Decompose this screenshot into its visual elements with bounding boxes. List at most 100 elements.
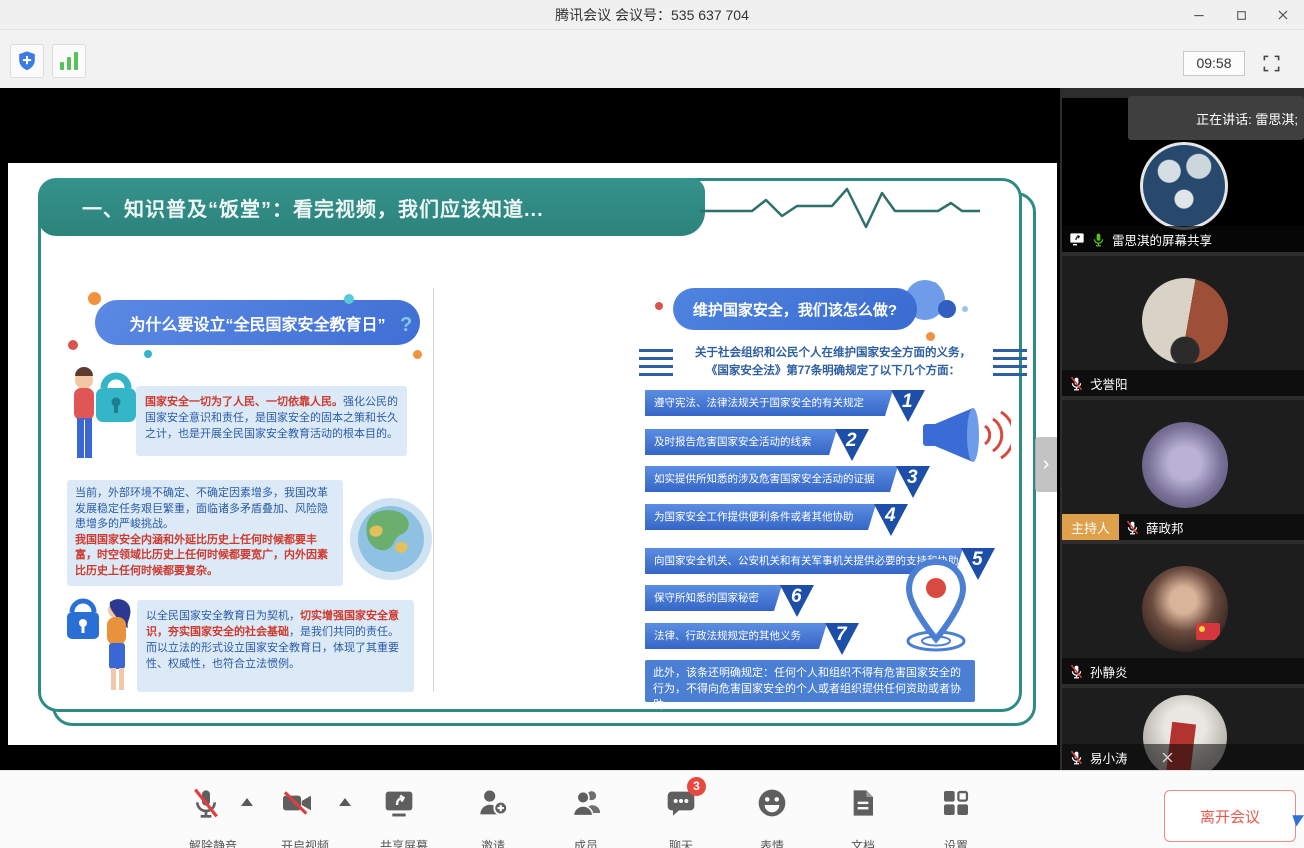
mic-button-label: 解除静音 [173, 837, 253, 848]
settings-button[interactable] [940, 787, 972, 819]
obligation-bar-6: 保守所知悉的国家秘密 [645, 585, 782, 611]
fullscreen-button[interactable] [1252, 48, 1290, 78]
left-question-pill: 为什么要设立“全民国家安全教育日” [95, 300, 420, 345]
chevron-right-icon: › [1043, 453, 1050, 476]
close-icon[interactable] [1160, 750, 1175, 765]
participant-name-bar: 孙静炎 [1062, 658, 1304, 684]
speaking-toast: 正在讲话: 雷思淇; [1128, 96, 1304, 140]
camera-button-label: 开启视频 [265, 837, 345, 848]
mic-muted-icon [1125, 520, 1140, 535]
participant-tile-partial[interactable]: 易小涛 [1062, 688, 1304, 770]
signal-bars-icon [60, 52, 78, 70]
participant-name-bar: 雷思淇的屏幕共享 [1062, 226, 1304, 252]
avatar [1140, 142, 1228, 230]
participant-name: 薛政邦 [1146, 518, 1184, 537]
emoji-button[interactable] [756, 787, 788, 819]
members-button[interactable] [570, 787, 602, 819]
left-text-block-3: 以全民国家安全教育日为契机，切实增强国家安全意识，夯实国家安全的社会基础，是我们… [137, 600, 414, 692]
megaphone-icon [915, 400, 1011, 470]
invite-button[interactable] [477, 787, 509, 819]
mic-muted-icon [1069, 376, 1084, 391]
participant-name: 雷思淇的屏幕共享 [1112, 230, 1212, 249]
obligation-bar-2: 及时报告危害国家安全活动的线索 [645, 429, 837, 455]
meeting-timer: 09:58 [1183, 51, 1245, 76]
expand-sidebar-handle[interactable]: › [1035, 437, 1057, 492]
right-heading-cloud: 维护国家安全，我们该怎么做? [673, 288, 917, 330]
maximize-button[interactable] [1220, 0, 1262, 30]
share-screen-button[interactable] [383, 787, 415, 819]
padlock-person-illustration [66, 358, 138, 470]
camera-button[interactable] [281, 787, 313, 819]
obligation-bar-1: 遵守宪法、法律法规关于国家安全的有关规定 [645, 390, 893, 416]
obligation-bar-7: 法律、行政法规规定的其他义务 [645, 623, 827, 649]
deco-dot [68, 340, 78, 350]
minimize-button[interactable] [1178, 0, 1220, 30]
slide-panel-divider [433, 288, 434, 692]
number-flag-6: 6 [780, 585, 814, 617]
block3-blue-text-2: ，是我们共同的责任。 [289, 626, 399, 638]
close-button[interactable] [1262, 0, 1304, 30]
host-badge: 主持人 [1062, 514, 1119, 540]
mic-muted-icon [1069, 750, 1084, 765]
number-flag-7: 7 [825, 623, 859, 655]
right-footer-note: 此外，该条还明确规定：任何个人和组织不得有危害国家安全的行为，不得向危害国家安全… [645, 660, 975, 702]
fullscreen-icon [1262, 54, 1281, 73]
participant-tile-host[interactable]: 主持人 薛政邦 [1062, 400, 1304, 540]
avatar [1142, 422, 1228, 508]
invite-label: 邀请 [453, 837, 533, 848]
network-quality-button[interactable] [52, 44, 86, 78]
left-text-block-1: 国家安全一切为了人民、一切依靠人民。强化公民的国家安全意识和责任，是国家安全的固… [136, 386, 407, 456]
chat-label: 聊天 [641, 837, 721, 848]
meeting-main-area: 一、知识普及“饭堂”：看完视频，我们应该知道... 为什么要设立“全民国家安全教… [0, 88, 1304, 770]
number-flag-3: 3 [896, 466, 930, 498]
participant-sidebar: 雷思淇的屏幕共享 戈誉阳 主持人 薛政邦 [1060, 88, 1304, 770]
window-title: 腾讯会议 会议号：535 637 704 [0, 0, 1304, 30]
shield-plus-icon [16, 50, 38, 72]
participant-name-bar: 易小涛 [1062, 744, 1304, 770]
leave-meeting-button[interactable]: 离开会议 [1164, 790, 1296, 842]
members-label: 成员 [546, 837, 626, 848]
left-heading: 为什么要设立“全民国家安全教育日” [129, 311, 385, 335]
left-heading-question-mark: ? [400, 314, 412, 337]
meeting-security-button[interactable] [10, 44, 44, 78]
deco-dot [962, 306, 968, 312]
slide-title: 一、知识普及“饭堂”：看完视频，我们应该知道... [82, 193, 544, 222]
deco-dot [926, 332, 935, 341]
participant-name: 戈誉阳 [1090, 374, 1128, 393]
deco-dot [344, 294, 354, 304]
avatar [1142, 566, 1228, 652]
minimize-icon [1192, 8, 1206, 22]
padlock-woman-illustration [64, 584, 142, 692]
block3-paragraph-2: 而以立法的形式设立国家安全教育日，体现了其重要性、权威性，也符合立法惯例。 [146, 642, 399, 670]
mic-on-icon [1091, 232, 1106, 247]
participant-name: 易小涛 [1090, 748, 1128, 767]
participant-name-bar: 主持人 薛政邦 [1062, 514, 1304, 540]
right-heading: 维护国家安全，我们该怎么做? [693, 299, 897, 320]
docs-button[interactable] [847, 787, 879, 819]
participant-tile[interactable]: 孙静炎 [1062, 544, 1304, 684]
deco-dot [413, 350, 422, 359]
mic-options-caret[interactable] [241, 798, 253, 806]
window-titlebar: 腾讯会议 会议号：535 637 704 [0, 0, 1304, 30]
deco-dot [88, 292, 101, 305]
mic-button[interactable] [190, 787, 222, 819]
participant-name: 孙静炎 [1090, 662, 1128, 681]
number-flag-4: 4 [874, 504, 908, 536]
camera-options-caret[interactable] [339, 798, 351, 806]
tencent-meeting-window: 腾讯会议 会议号：535 637 704 09:58 一、知识普 [0, 0, 1304, 848]
heartbeat-line-icon [700, 185, 980, 233]
left-text-block-2: 当前，外部环境不确定、不确定因素增多，我国改革发展稳定任务艰巨繁重，面临诸多矛盾… [67, 480, 343, 586]
meeting-statusbar [0, 30, 1304, 88]
slide-header: 一、知识普及“饭堂”：看完视频，我们应该知道... [38, 178, 705, 236]
deco-dot [144, 350, 152, 358]
share-screen-label: 共享屏幕 [364, 837, 444, 848]
participant-tile[interactable]: 戈誉阳 [1062, 256, 1304, 396]
block2-blue-text: 当前，外部环境不确定、不确定因素增多，我国改革发展稳定任务艰巨繁重，面临诸多矛盾… [75, 487, 328, 530]
block2-red-text: 我国国家安全内涵和外延比历史上任何时候都要丰富，时空领域比历史上任何时候都要宽广… [75, 534, 328, 577]
docs-label: 文档 [823, 837, 903, 848]
maximize-icon [1235, 9, 1248, 22]
flag-badge [1196, 623, 1220, 640]
location-pin-icon [895, 556, 977, 656]
block1-red-text: 国家安全一切为了人民、一切依靠人民。 [145, 396, 343, 408]
bottom-toolbar: 3 解除静音 开启视频 共享屏幕 邀请 成员 聊天 表情 文档 设置 离开会议 [0, 770, 1304, 848]
